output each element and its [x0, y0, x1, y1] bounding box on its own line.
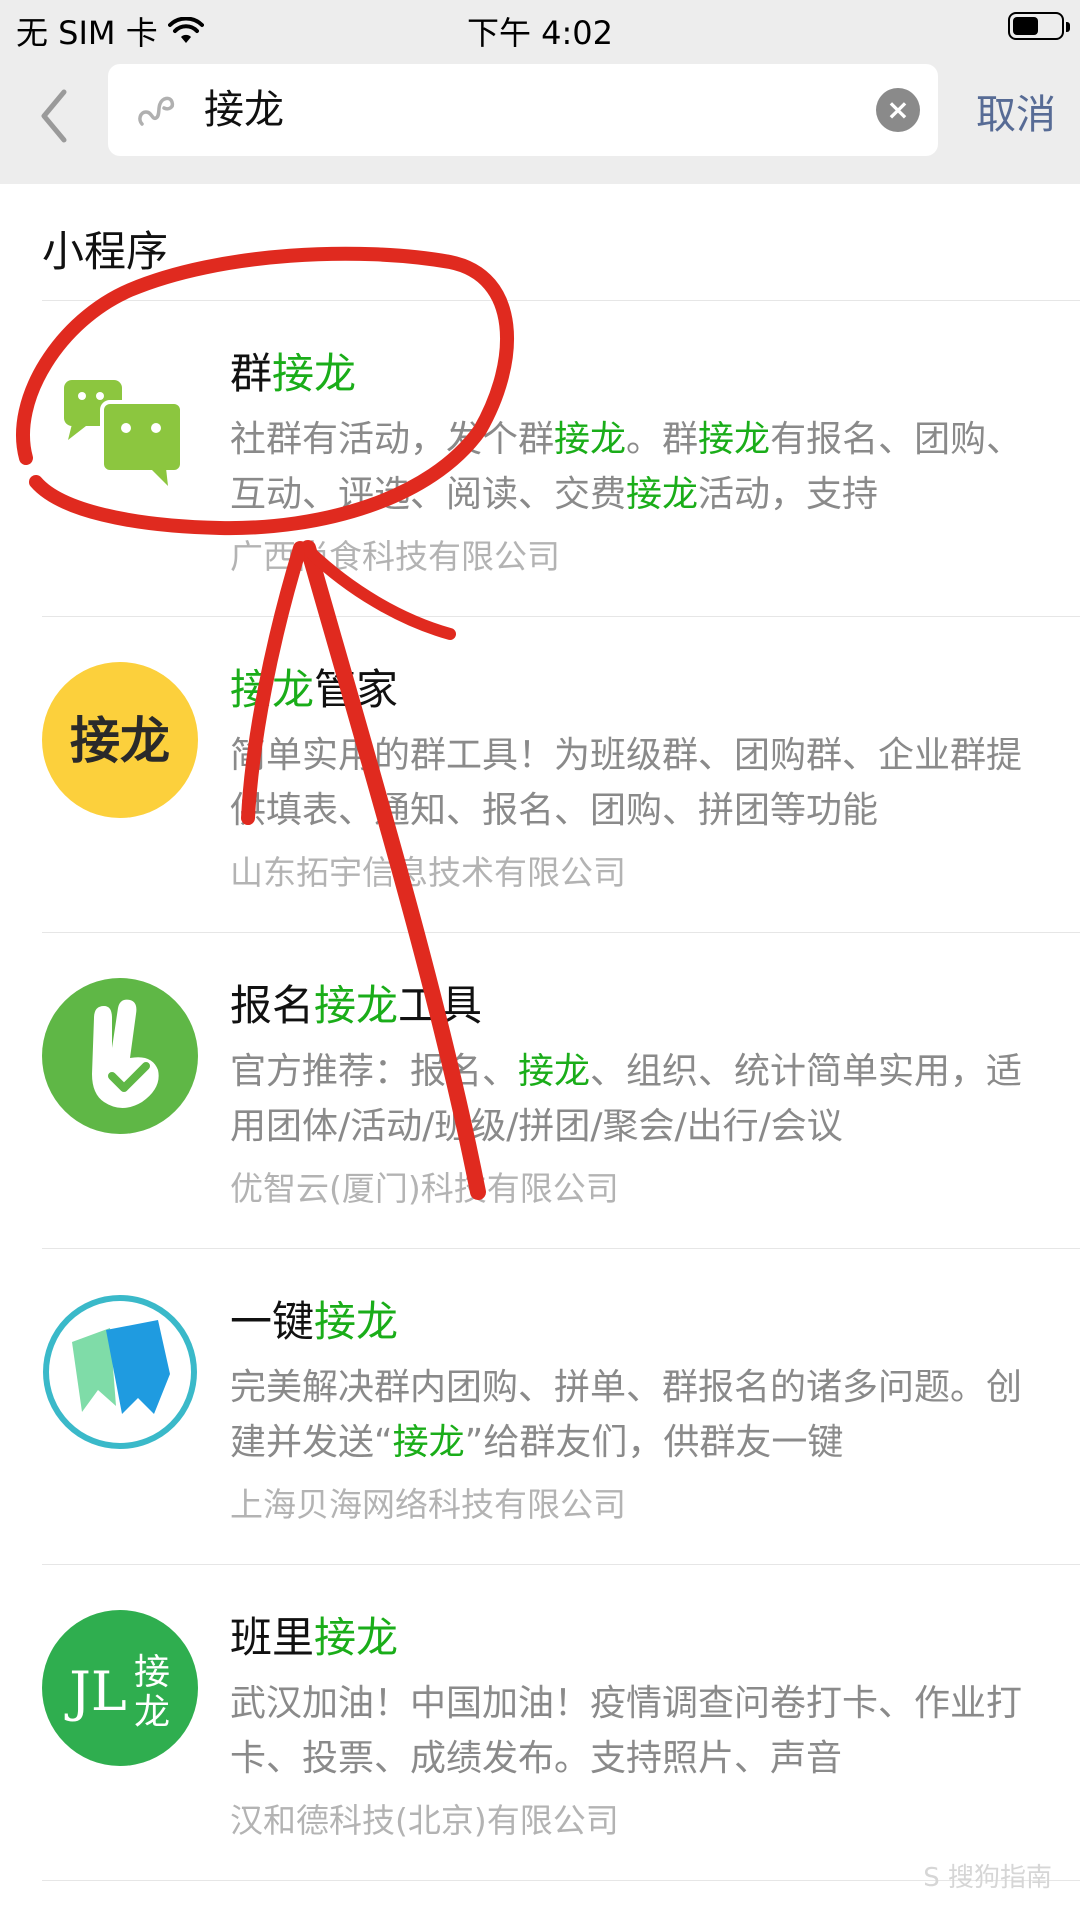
- jl-logo-text-char-2: 龙: [134, 1692, 170, 1733]
- text-segment: 社群有活动，发个群: [230, 419, 555, 460]
- keyword-highlight: 接龙: [392, 1422, 465, 1463]
- chat-bubbles-icon: [42, 346, 198, 502]
- section-title: 小程序: [42, 227, 169, 276]
- result-title: 报名接龙工具: [230, 972, 482, 1033]
- text-segment: 班里: [230, 1613, 315, 1662]
- search-header: 接龙 × 取消: [0, 56, 1080, 184]
- keyword-highlight: 接龙: [272, 349, 357, 398]
- result-company: 上海贝海网络科技有限公司: [230, 1485, 626, 1524]
- text-segment: 。群: [626, 419, 699, 460]
- text-segment: 报名: [230, 981, 315, 1030]
- result-item[interactable]: 一键接龙 完美解决群内团购、拼单、群报名的诸多问题。创建并发送“接龙”给群友们，…: [0, 1248, 1080, 1564]
- jielong-logo-text: 接龙: [70, 712, 170, 770]
- text-segment: 一键: [230, 1297, 315, 1346]
- jl-logo-text-char-1: 接: [134, 1652, 170, 1693]
- result-item[interactable]: 群接龙 社群有活动，发个群接龙。群接龙有报名、团购、互动、评选、阅读、交费接龙活…: [0, 300, 1080, 616]
- clear-icon[interactable]: ×: [876, 88, 920, 132]
- result-description: 简单实用的群工具！为班级群、团购群、企业群提供填表、通知、报名、团购、拼团等功能: [230, 728, 1030, 838]
- status-time: 下午 4:02: [466, 14, 614, 52]
- battery-icon: [1008, 12, 1070, 40]
- keyword-highlight: 接龙: [230, 665, 315, 714]
- keyword-highlight: 接龙: [554, 419, 627, 460]
- text-segment: 群: [230, 349, 273, 398]
- text-segment: 武汉加油！中国加油！疫情调查问卷打卡、作业打卡、投票、成绩发布。支持照片、声音: [230, 1683, 1023, 1779]
- text-segment: 活动，支持: [698, 474, 879, 515]
- result-description: 完美解决群内团购、拼单、群报名的诸多问题。创建并发送“接龙”给群友们，供群友一键: [230, 1360, 1030, 1470]
- result-title: 一键接龙: [230, 1288, 398, 1349]
- cancel-button[interactable]: 取消: [976, 82, 1056, 140]
- result-company: 广西尚食科技有限公司: [230, 537, 560, 576]
- text-segment: 官方推荐：报名、: [230, 1051, 519, 1092]
- watermark: S 搜狗指南: [923, 1863, 1052, 1893]
- result-description: 武汉加油！中国加油！疫情调查问卷打卡、作业打卡、投票、成绩发布。支持照片、声音: [230, 1676, 1030, 1786]
- result-company: 优智云(厦门)科技有限公司: [230, 1169, 619, 1208]
- text-segment: ”给群友们，供群友一键: [464, 1422, 844, 1463]
- search-box[interactable]: 接龙 ×: [108, 64, 938, 156]
- keyword-highlight: 接龙: [314, 1613, 399, 1662]
- result-item[interactable]: 报名接龙工具 官方推荐：报名、接龙、组织、统计简单实用，适用团体/活动/班级/拼…: [0, 932, 1080, 1248]
- text-segment: 简单实用的群工具！为班级群、团购群、企业群提供填表、通知、报名、团购、拼团等功能: [230, 735, 1023, 831]
- keyword-highlight: 接龙: [518, 1051, 591, 1092]
- keyword-highlight: 接龙: [626, 474, 699, 515]
- back-chevron-icon[interactable]: [34, 86, 74, 146]
- keyword-highlight: 接龙: [314, 981, 399, 1030]
- keyword-highlight: 接龙: [314, 1297, 399, 1346]
- keyword-highlight: 接龙: [698, 419, 771, 460]
- jl-logo-text: JL: [64, 1660, 127, 1723]
- result-description: 官方推荐：报名、接龙、组织、统计简单实用，适用团体/活动/班级/拼团/聚会/出行…: [230, 1044, 1030, 1154]
- mini-program-link-icon: [138, 96, 175, 126]
- result-title: 班里接龙: [230, 1604, 398, 1665]
- bookmark-ribbons-icon: [42, 1294, 198, 1450]
- result-item[interactable]: 接龙 接龙管家 简单实用的群工具！为班级群、团购群、企业群提供填表、通知、报名、…: [0, 616, 1080, 932]
- result-title: 接龙管家: [230, 656, 398, 717]
- page: 无 SIM 卡 下午 4:02 接龙 × 取消 小程序 群接龙 社群有活动，发个…: [0, 0, 1080, 1920]
- jl-logo-icon: JL 接 龙: [42, 1610, 198, 1766]
- hand-check-icon: [42, 978, 198, 1134]
- jielong-logo-icon: 接龙: [42, 662, 198, 818]
- battery-level: [1013, 17, 1039, 35]
- result-title: 群接龙: [230, 340, 356, 401]
- result-company: 汉和德科技(北京)有限公司: [230, 1801, 619, 1840]
- result-description: 社群有活动，发个群接龙。群接龙有报名、团购、互动、评选、阅读、交费接龙活动，支持: [230, 412, 1030, 522]
- text-segment: 工具: [398, 981, 483, 1030]
- result-company: 山东拓宇信息技术有限公司: [230, 853, 626, 892]
- search-input[interactable]: 接龙: [204, 64, 284, 156]
- result-item[interactable]: JL 接 龙 班里接龙 武汉加油！中国加油！疫情调查问卷打卡、作业打卡、投票、成…: [0, 1564, 1080, 1880]
- text-segment: 管家: [314, 665, 399, 714]
- status-bar: 无 SIM 卡 下午 4:02: [0, 0, 1080, 56]
